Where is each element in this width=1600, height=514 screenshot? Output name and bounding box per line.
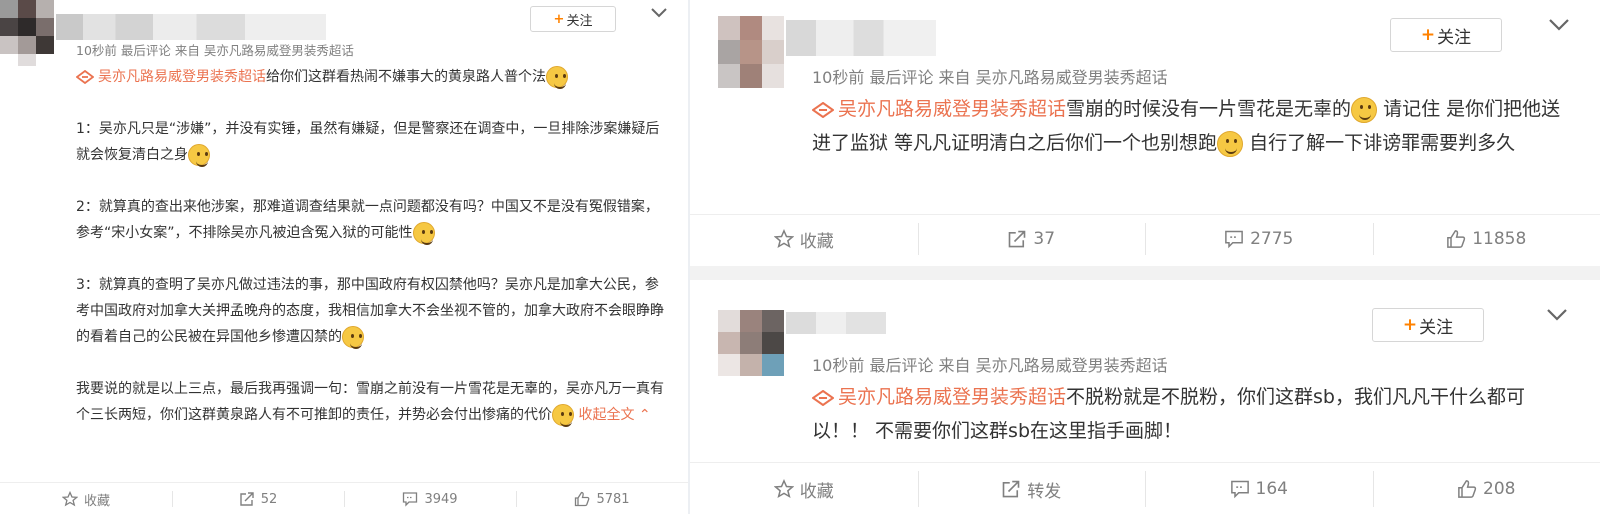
chevron-down-icon[interactable] bbox=[1546, 308, 1568, 322]
follow-button[interactable]: + 关注 bbox=[1390, 18, 1502, 52]
action-bar: 收藏 37 2775 11858 bbox=[690, 214, 1600, 263]
thumbs-up-icon bbox=[1458, 480, 1477, 498]
smile-emoji-icon bbox=[1351, 96, 1378, 123]
share-icon bbox=[1002, 480, 1020, 498]
smile-emoji-icon bbox=[412, 222, 435, 245]
comment-icon bbox=[1225, 230, 1243, 249]
plus-icon: + bbox=[553, 11, 565, 27]
repost-button[interactable]: 37 bbox=[917, 215, 1146, 263]
post-intro: 吴亦凡路易威登男装秀超话给你们这群看热闹不嫌事大的黄泉路人普个法 bbox=[76, 64, 672, 90]
repost-button[interactable]: 52 bbox=[172, 483, 344, 514]
repost-button[interactable]: 转发 bbox=[917, 463, 1146, 514]
star-icon bbox=[773, 229, 794, 249]
star-icon bbox=[61, 491, 78, 507]
super-topic-link[interactable]: 吴亦凡路易威登男装秀超话 bbox=[98, 69, 266, 85]
username-blurred[interactable] bbox=[786, 20, 936, 56]
paragraph-1: 1：吴亦凡只是“涉嫌”，并没有实锤，虽然有嫌疑，但是警察还在调查中，一旦排除涉案… bbox=[76, 116, 672, 168]
plus-icon: + bbox=[1420, 25, 1436, 45]
smile-emoji-icon bbox=[552, 404, 574, 427]
post-content: 吴亦凡路易威登男装秀超话不脱粉就是不脱粉，你们这群sb，我们凡凡干什么都可以！！… bbox=[812, 386, 1525, 442]
right-bottom-post: 10秒前 最后评论 来自 吴亦凡路易威登男装秀超话 + 关注 吴亦凡路易威登男装秀… bbox=[690, 280, 1600, 514]
comment-button[interactable]: 2775 bbox=[1145, 215, 1373, 263]
super-topic-link[interactable]: 吴亦凡路易威登男装秀超话 bbox=[838, 98, 1066, 120]
avatar-pixelated[interactable] bbox=[718, 310, 784, 376]
follow-button[interactable]: + 关注 bbox=[530, 6, 616, 32]
post-content: 吴亦凡路易威登男装秀超话给你们这群看热闹不嫌事大的黄泉路人普个法 1：吴亦凡只是… bbox=[76, 64, 672, 428]
smile-emoji-icon bbox=[342, 326, 364, 349]
comment-button[interactable]: 164 bbox=[1145, 463, 1373, 514]
like-button[interactable]: 5781 bbox=[516, 483, 688, 514]
follow-button[interactable]: + 关注 bbox=[1372, 308, 1484, 342]
super-topic-icon bbox=[812, 101, 834, 118]
thumbs-up-icon bbox=[1447, 230, 1466, 248]
chevron-down-icon[interactable] bbox=[650, 7, 668, 19]
right-top-post: 10秒前 最后评论 来自 吴亦凡路易威登男装秀超话 + 关注 吴亦凡路易威登男装秀… bbox=[690, 0, 1600, 266]
chevron-down-icon[interactable] bbox=[1548, 18, 1570, 32]
collapse-full-text-link[interactable]: 收起全文 ⌃ bbox=[578, 407, 650, 423]
paragraph-3: 3：就算真的查明了吴亦凡做过违法的事，那中国政府有权囚禁他吗？吴亦凡是加拿大公民… bbox=[76, 272, 672, 350]
super-topic-icon bbox=[812, 389, 834, 406]
favorite-button[interactable]: 收藏 bbox=[0, 483, 172, 514]
plus-icon: + bbox=[1402, 315, 1418, 335]
avatar-pixelated[interactable] bbox=[718, 16, 784, 88]
comment-icon bbox=[1230, 480, 1249, 499]
paragraph-4: 我要说的就是以上三点，最后我再强调一句：雪崩之前没有一片雪花是无辜的，吴亦凡万一… bbox=[76, 376, 672, 428]
divider bbox=[690, 266, 1600, 280]
super-topic-link[interactable]: 吴亦凡路易威登男装秀超话 bbox=[838, 386, 1066, 408]
share-icon bbox=[240, 492, 254, 506]
post-meta: 10秒前 最后评论 来自 吴亦凡路易威登男装秀超话 bbox=[76, 43, 354, 58]
action-bar: 收藏 转发 164 208 bbox=[690, 462, 1600, 514]
smile-emoji-icon bbox=[188, 144, 210, 167]
username-blurred[interactable] bbox=[56, 14, 326, 40]
action-bar: 收藏 52 3949 5781 bbox=[0, 482, 688, 514]
post-meta: 10秒前 最后评论 来自 吴亦凡路易威登男装秀超话 bbox=[812, 68, 1168, 87]
star-icon bbox=[773, 479, 794, 499]
share-icon bbox=[1009, 230, 1026, 248]
comment-icon bbox=[403, 492, 418, 507]
like-button[interactable]: 208 bbox=[1372, 463, 1600, 514]
post-content: 吴亦凡路易威登男装秀超话雪崩的时候没有一片雪花是无辜的 请记住 是你们把他送进了… bbox=[812, 92, 1572, 160]
post-meta: 10秒前 最后评论 来自 吴亦凡路易威登男装秀超话 bbox=[812, 356, 1168, 375]
super-topic-icon bbox=[76, 70, 94, 84]
left-post: 10秒前 最后评论 来自 吴亦凡路易威登男装秀超话 + 关注 吴亦凡路易威登男装秀… bbox=[0, 0, 688, 514]
paragraph-2: 2：就算真的查出来他涉案，那难道调查结果就一点问题都没有吗？中国又不是没有冤假错… bbox=[76, 194, 672, 246]
comment-button[interactable]: 3949 bbox=[344, 483, 516, 514]
chevron-up-icon: ⌃ bbox=[638, 407, 651, 423]
favorite-button[interactable]: 收藏 bbox=[690, 215, 918, 263]
favorite-button[interactable]: 收藏 bbox=[690, 463, 918, 514]
smile-emoji-icon bbox=[1217, 130, 1244, 157]
smile-emoji-icon bbox=[546, 66, 568, 89]
username-blurred[interactable] bbox=[786, 312, 886, 334]
thumbs-up-icon bbox=[575, 491, 590, 507]
like-button[interactable]: 11858 bbox=[1372, 215, 1600, 263]
